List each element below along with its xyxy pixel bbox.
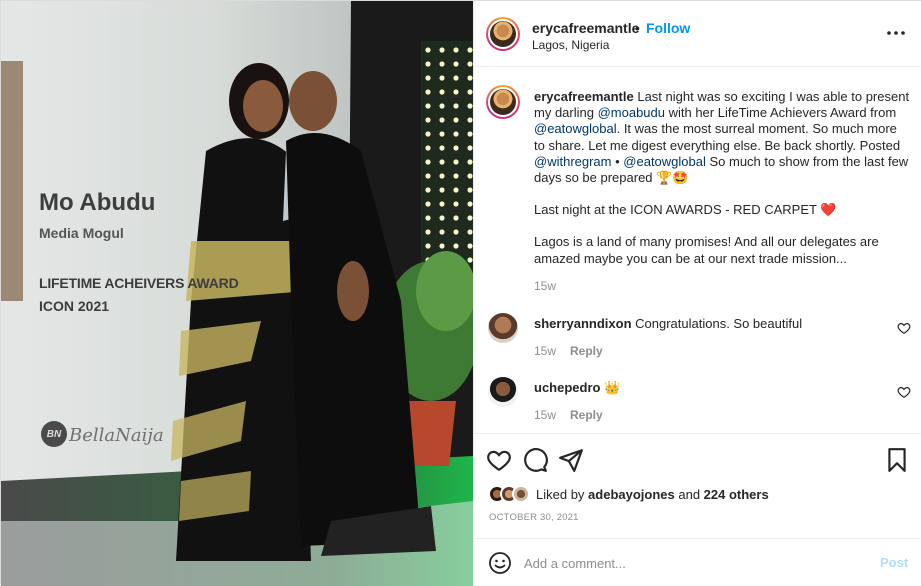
caption-author-avatar[interactable]	[486, 85, 520, 119]
likes-text: Liked by adebayojones and 224 others	[536, 487, 769, 502]
commenter-avatar[interactable]	[488, 377, 518, 407]
comment-bubble-icon[interactable]	[522, 447, 548, 473]
liker-username[interactable]: adebayojones	[588, 487, 675, 502]
commenter-avatar[interactable]	[488, 313, 518, 343]
likes-count[interactable]: 224 others	[704, 487, 769, 502]
add-comment-input[interactable]	[524, 551, 854, 575]
author-avatar[interactable]	[486, 17, 520, 51]
caption-paragraph-2: Last night at the ICON AWARDS - RED CARP…	[534, 202, 837, 218]
emoji-smiley-icon[interactable]	[488, 551, 512, 575]
like-comment-heart-icon[interactable]	[897, 321, 911, 335]
add-comment-bar: Post	[474, 538, 921, 586]
comment-age: 15w	[534, 344, 557, 358]
post-window: Mo Abudu Media Mogul LIFETIME ACHEIVERS …	[0, 0, 921, 586]
share-paper-plane-icon[interactable]	[558, 447, 584, 473]
post-date[interactable]: OCTOBER 30, 2021	[489, 512, 579, 523]
reply-button[interactable]: Reply	[570, 344, 603, 358]
post-header: erycafreemantle • Follow Lagos, Nigeria	[474, 1, 921, 67]
action-bar	[474, 433, 921, 485]
like-comment-heart-icon[interactable]	[897, 385, 911, 399]
comment-username[interactable]: sherryanndixon	[534, 316, 632, 331]
liker-avatar	[512, 485, 530, 503]
more-options-button[interactable]	[884, 21, 908, 45]
like-heart-icon[interactable]	[486, 447, 512, 473]
caption-text-2: with her LifeTime Achievers Award from	[664, 105, 897, 121]
post-details-panel: erycafreemantle • Follow Lagos, Nigeria …	[473, 1, 921, 586]
mention-moabudu[interactable]: @moabudu	[598, 105, 665, 120]
comment-text: Congratulations. So beautiful	[631, 316, 803, 331]
comment-meta: 15w Reply	[534, 344, 603, 358]
banner-role: Media Mogul	[39, 225, 124, 241]
likes-summary[interactable]: Liked by adebayojones and 224 others	[488, 483, 769, 505]
comment-age: 15w	[534, 408, 557, 422]
event-photo-illustration	[1, 1, 473, 586]
header-separator: •	[635, 20, 640, 36]
comment-username[interactable]: uchepedro	[534, 380, 600, 395]
bellanaija-logo-text: BellaNaija	[69, 425, 164, 446]
caption-text-4: •	[611, 153, 624, 169]
comment-text: 👑	[600, 380, 621, 395]
mention-eatowglobal[interactable]: @eatowglobal	[534, 121, 617, 136]
comment-item: sherryanndixon Congratulations. So beaut…	[534, 316, 874, 331]
comment-meta: 15w Reply	[534, 408, 603, 422]
post-comment-button[interactable]: Post	[880, 555, 908, 570]
comment-item: uchepedro 👑	[534, 380, 874, 396]
post-location[interactable]: Lagos, Nigeria	[532, 38, 609, 52]
save-bookmark-icon[interactable]	[884, 447, 910, 473]
banner-award: LIFETIME ACHEIVERS AWARD	[39, 275, 239, 291]
caption-username[interactable]: erycafreemantle	[534, 89, 634, 104]
bellanaija-logo-badge: BN	[41, 421, 67, 447]
caption-paragraph-3: Lagos is a land of many promises! And al…	[534, 234, 879, 266]
mention-withregram[interactable]: @withregram	[534, 154, 612, 169]
caption-age: 15w	[534, 279, 557, 293]
mention-eatowglobal-2[interactable]: @eatowglobal	[623, 154, 706, 169]
banner-year: ICON 2021	[39, 298, 110, 314]
banner-name: Mo Abudu	[39, 189, 156, 216]
author-username[interactable]: erycafreemantle	[532, 20, 639, 36]
likes-prefix: Liked by	[536, 486, 589, 502]
follow-button[interactable]: Follow	[646, 20, 690, 36]
likes-middle: and	[674, 486, 704, 502]
post-caption: erycafreemantle Last night was so exciti…	[534, 89, 910, 283]
post-photo[interactable]: Mo Abudu Media Mogul LIFETIME ACHEIVERS …	[1, 1, 473, 586]
reply-button[interactable]: Reply	[570, 408, 603, 422]
more-horizontal-icon	[887, 31, 905, 35]
